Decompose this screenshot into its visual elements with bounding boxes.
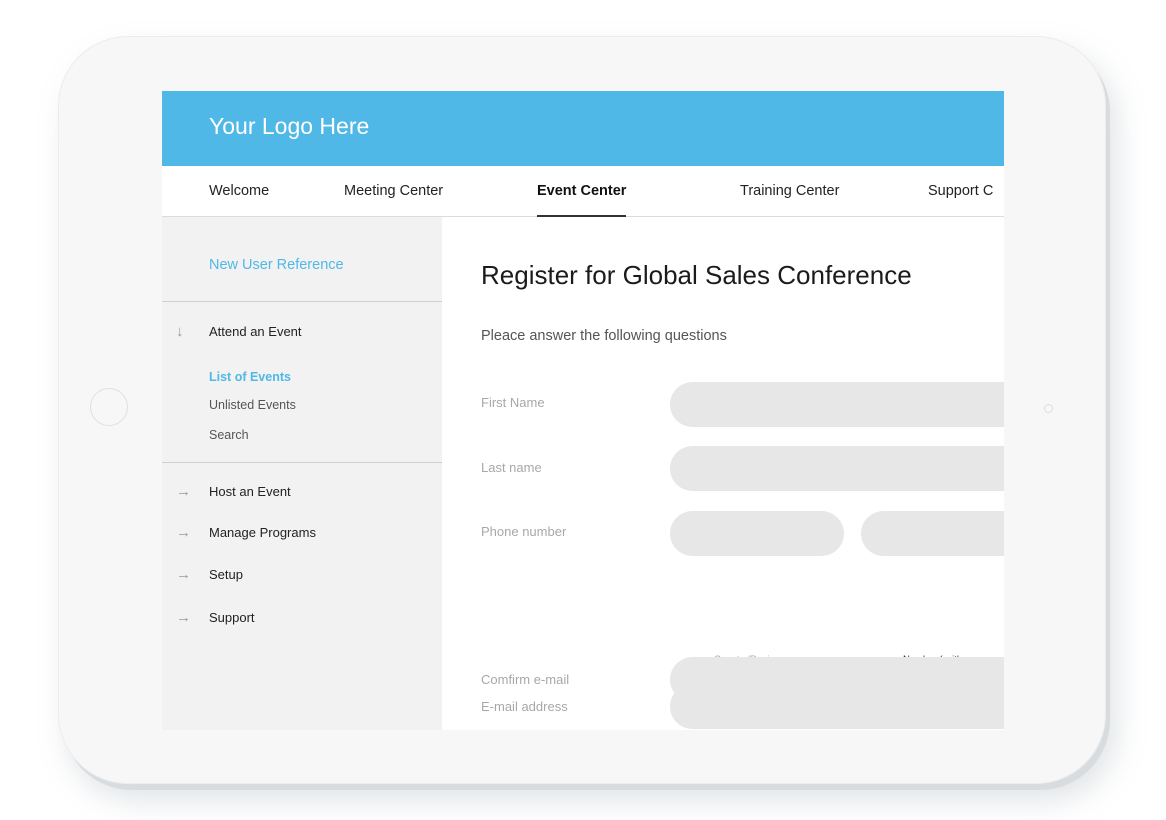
- sidebar-item-label: Attend an Event: [209, 324, 302, 339]
- tablet-screen: Your Logo Here Welcome Meeting Center Ev…: [162, 91, 1004, 730]
- arrow-right-icon: →: [176, 483, 191, 500]
- sidebar-divider: [162, 462, 442, 463]
- arrow-right-icon: →: [176, 524, 191, 541]
- sidebar-subitem-search[interactable]: Search: [209, 428, 249, 442]
- last-name-input[interactable]: [670, 446, 1004, 491]
- arrow-down-icon: ↓: [176, 323, 184, 340]
- sidebar-item-label: Support: [209, 610, 255, 625]
- top-nav: Welcome Meeting Center Event Center Trai…: [162, 166, 1004, 217]
- arrow-right-icon: →: [176, 566, 191, 583]
- tab-meeting-center[interactable]: Meeting Center: [344, 166, 443, 216]
- logo[interactable]: Your Logo Here: [209, 113, 369, 140]
- sidebar-subitem-list-of-events[interactable]: List of Events: [209, 370, 291, 384]
- tab-welcome[interactable]: Welcome: [209, 166, 269, 216]
- confirm-email-input[interactable]: [670, 657, 1004, 702]
- new-user-reference-link[interactable]: New User Reference: [209, 257, 344, 273]
- phone-country-input[interactable]: [670, 511, 844, 556]
- email-label: E-mail address: [481, 699, 568, 714]
- sidebar-item-label: Host an Event: [209, 484, 291, 499]
- sidebar-subitem-unlisted-events[interactable]: Unlisted Events: [209, 398, 296, 412]
- phone-number-input[interactable]: [861, 511, 1004, 556]
- first-name-label: First Name: [481, 395, 545, 410]
- sidebar: New User Reference ↓ Attend an Event Lis…: [162, 217, 442, 730]
- tab-support-center[interactable]: Support C: [928, 166, 993, 216]
- home-button[interactable]: [90, 388, 128, 426]
- page-title: Register for Global Sales Conference: [481, 260, 912, 290]
- arrow-right-icon: →: [176, 609, 191, 626]
- sidebar-item-label: Manage Programs: [209, 525, 316, 540]
- app-header: Your Logo Here: [162, 91, 1004, 166]
- tab-event-center[interactable]: Event Center: [537, 166, 627, 217]
- sidebar-item-label: Setup: [209, 567, 243, 582]
- form-instructions: Pleace answer the following questions: [481, 328, 727, 344]
- sidebar-divider: [162, 301, 442, 302]
- tab-training-center[interactable]: Training Center: [740, 166, 839, 216]
- phone-number-label: Phone number: [481, 524, 567, 539]
- camera-icon: [1044, 404, 1053, 413]
- confirm-email-label: Comfirm e-mail: [481, 672, 570, 687]
- registration-form: Register for Global Sales Conference Ple…: [442, 217, 1004, 730]
- first-name-input[interactable]: [670, 382, 1004, 427]
- last-name-label: Last name: [481, 460, 542, 475]
